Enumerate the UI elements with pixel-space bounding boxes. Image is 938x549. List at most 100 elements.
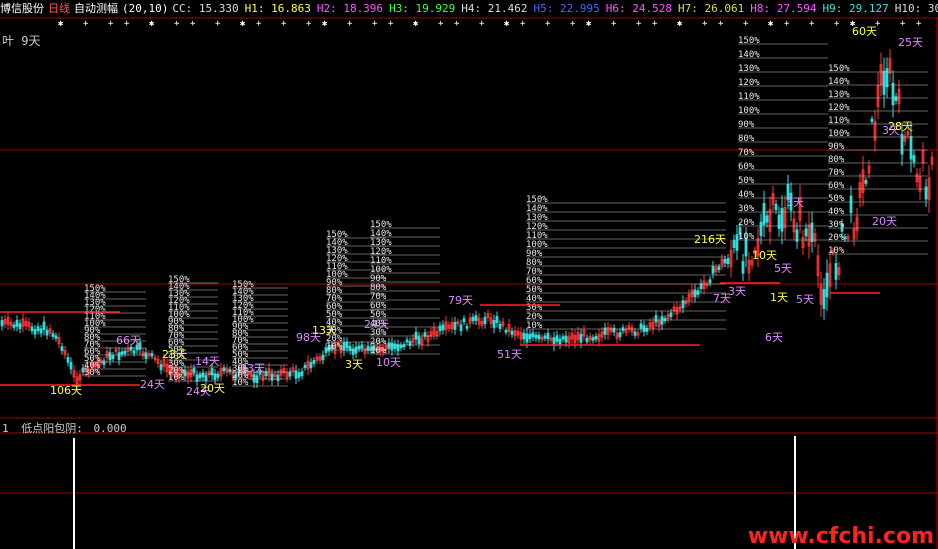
day-count-label: 14天: [195, 355, 220, 368]
candle-body: [510, 330, 514, 335]
period-label[interactable]: 日线: [48, 2, 70, 15]
candle-body: [366, 345, 370, 351]
kline-chart[interactable]: ✱ + + + ✱ + + + ✱ + + + ✱ + + + ✱ + + + ✱ + + + ✱ + + + ✱ + + + ✱ + + + ✱ + + +…: [0, 0, 938, 549]
level-label: 30%: [828, 220, 845, 230]
star-marker: ✱: [677, 19, 683, 29]
candle-body: [870, 118, 874, 122]
day-count-label: 10天: [752, 249, 777, 262]
star-marker: ✱: [504, 19, 510, 29]
indicator-name[interactable]: 自动测幅: [74, 2, 118, 15]
indicator-value-5: H5: 22.995: [533, 2, 600, 15]
candle-body: [492, 320, 496, 329]
candle-body: [342, 342, 346, 351]
indicator-value-0: CC: 15.330: [172, 2, 239, 15]
candle-body: [111, 355, 115, 360]
candle-body: [924, 186, 928, 200]
level-label: 40%: [738, 190, 755, 200]
star-marker: +: [347, 19, 353, 29]
indicator-value-2: H2: 18.396: [316, 2, 384, 15]
candle-body: [132, 350, 136, 354]
star-marker: +: [174, 19, 180, 29]
day-count-label: 20天: [200, 382, 225, 395]
star-marker: +: [520, 19, 526, 29]
candle-body: [18, 323, 22, 330]
candle-body: [531, 332, 535, 338]
main-panel-subtitle: 叶 9天: [2, 34, 41, 48]
level-label: 30%: [738, 204, 755, 214]
watermark: www.cfchi.com: [747, 524, 934, 549]
level-label: 50%: [828, 194, 845, 204]
level-label: 10%: [168, 373, 185, 383]
candle-body: [741, 261, 745, 274]
candle-body: [591, 337, 595, 341]
level-label: 80%: [738, 134, 755, 144]
level-label: 110%: [738, 92, 760, 102]
candle-body: [825, 272, 829, 298]
candle-body: [102, 360, 106, 365]
candle-body: [723, 258, 727, 264]
chart-stage: ✱ + + + ✱ + + + ✱ + + + ✱ + + + ✱ + + + ✱ + + + ✱ + + + ✱ + + + ✱ + + + ✱ + + +…: [0, 0, 938, 549]
candle-body: [462, 318, 466, 323]
candle-body: [108, 352, 112, 361]
star-marker: +: [108, 19, 114, 29]
candle-body: [834, 263, 838, 280]
candle-body: [474, 315, 478, 321]
candle-body: [669, 312, 673, 317]
candle-body: [759, 221, 763, 237]
candle-body: [561, 336, 565, 340]
level-label: 150%: [738, 36, 760, 46]
star-marker: +: [611, 19, 617, 29]
candle-body: [543, 335, 547, 339]
day-count-label: 13天: [312, 324, 337, 337]
day-count-label: 24天: [364, 318, 389, 331]
day-count-label: 28天: [888, 120, 913, 133]
day-count-label: 10天: [376, 356, 401, 369]
day-count-label: 106天: [50, 384, 82, 397]
candle-body: [717, 266, 721, 270]
day-count-label: 25天: [898, 36, 923, 49]
candle-body: [453, 321, 457, 330]
candle-body: [303, 364, 307, 369]
level-label: 10%: [526, 321, 543, 331]
candle-body: [483, 316, 487, 325]
star-marker: ✱: [58, 19, 64, 29]
indicator-value-9: H9: 29.127: [822, 2, 889, 15]
candle-body: [183, 369, 187, 377]
day-count-label: 3天: [728, 285, 746, 298]
candle-body: [504, 329, 508, 333]
candle-body: [33, 329, 37, 335]
sub-panel-name[interactable]: 低点阳包阴:: [21, 422, 83, 435]
candle-body: [213, 373, 217, 380]
candle-body: [42, 321, 46, 330]
day-count-label: 79天: [448, 294, 473, 307]
candle-body: [594, 335, 598, 340]
candle-body: [891, 82, 895, 106]
star-marker: +: [454, 19, 460, 29]
star-marker: +: [652, 19, 658, 29]
day-count-label: 13天: [240, 362, 265, 375]
indicator-params: (20,10): [122, 2, 169, 15]
candle-body: [579, 333, 583, 343]
candle-body: [693, 289, 697, 298]
sub-panel-index: 1: [2, 422, 9, 435]
candle-body: [585, 337, 589, 343]
indicator-value-10: H10: 30.660: [894, 2, 938, 15]
stock-name[interactable]: 博信股份: [0, 2, 44, 15]
candle-body: [804, 228, 808, 237]
day-count-label: 23天: [162, 348, 187, 361]
sub-panel-header: 1 低点阳包阴: 0.000: [2, 420, 127, 436]
indicator-value-3: H3: 19.929: [389, 2, 456, 15]
level-label: 60%: [828, 181, 845, 191]
candle-body: [0, 320, 4, 327]
candle-body: [252, 374, 256, 383]
candle-body: [288, 371, 292, 377]
candle-body: [633, 331, 637, 336]
candle-body: [360, 344, 364, 349]
sub-panel-value: 0.000: [93, 422, 127, 435]
candle-body: [765, 215, 769, 223]
candle-body: [726, 258, 730, 265]
candle-body: [321, 354, 325, 361]
day-count-label: 3天: [345, 358, 363, 371]
candle-body: [270, 373, 274, 381]
indicator-values: CC: 15.330 H1: 16.863 H2: 18.396 H3: 19.929…: [172, 2, 938, 15]
